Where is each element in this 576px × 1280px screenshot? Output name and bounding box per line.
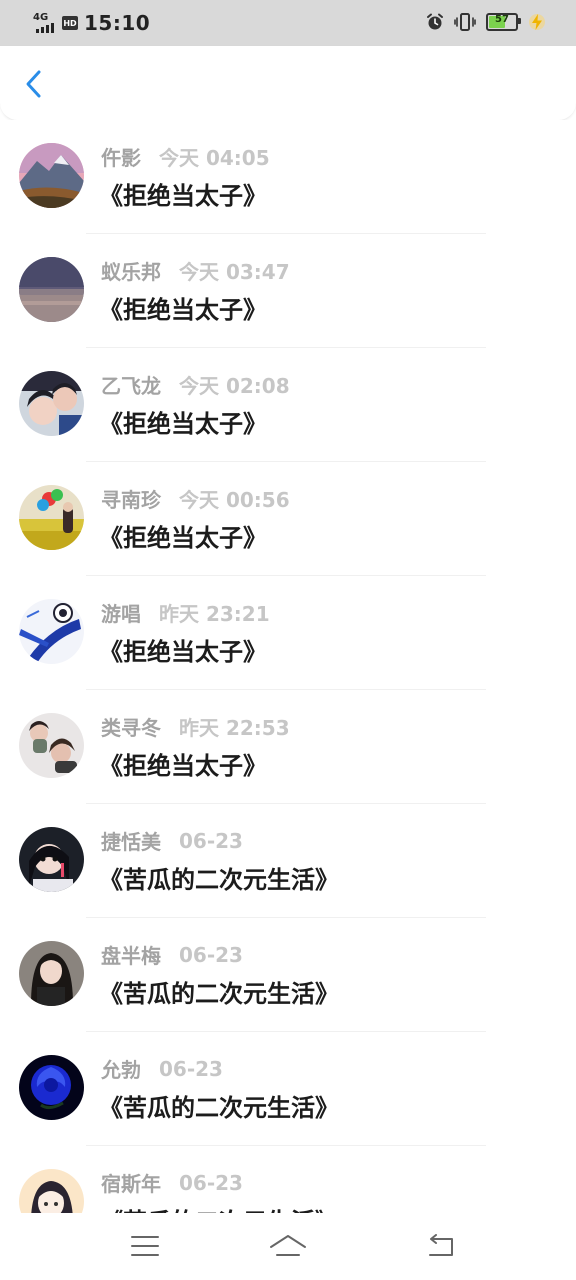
reader-name: 宿斯年 [101,1172,161,1196]
reader-name: 游唱 [101,602,141,626]
back-nav-button[interactable] [420,1231,460,1261]
book-title[interactable]: 《苦瓜的二次元生活》 [99,1088,339,1123]
list-item[interactable]: 捷恬美 06-23 《苦瓜的二次元生活》 [0,804,576,918]
item-meta: 允勃 06-23 [101,1054,223,1083]
reader-name: 允勃 [101,1058,141,1082]
charging-icon [529,14,545,30]
item-meta: 类寻冬 昨天 22:53 [101,712,290,741]
book-title[interactable]: 《拒绝当太子》 [99,632,267,667]
status-right: 57 [426,11,546,33]
home-icon [270,1235,306,1256]
book-title[interactable]: 《拒绝当太子》 [99,176,267,211]
home-button[interactable] [268,1231,308,1261]
book-title[interactable]: 《拒绝当太子》 [99,746,267,781]
reader-name: 寻南珍 [101,488,161,512]
reader-name: 类寻冬 [101,716,161,740]
avatar[interactable] [19,485,84,550]
page: 4G HD 15:10 57 仵影 今天 04:05 《拒绝当太子》 蚁乐邦 今… [0,0,576,1280]
list-item[interactable]: 仵影 今天 04:05 《拒绝当太子》 [0,120,576,234]
reader-list[interactable]: 仵影 今天 04:05 《拒绝当太子》 蚁乐邦 今天 03:47 《拒绝当太子》… [0,120,576,1213]
network-type: 4G [33,12,49,23]
list-item[interactable]: 盘半梅 06-23 《苦瓜的二次元生活》 [0,918,576,1032]
book-title[interactable]: 《苦瓜的二次元生活》 [99,860,339,895]
alarm-icon [427,13,443,30]
list-item[interactable]: 类寻冬 昨天 22:53 《拒绝当太子》 [0,690,576,804]
avatar[interactable] [19,1055,84,1120]
list-item[interactable]: 蚁乐邦 今天 03:47 《拒绝当太子》 [0,234,576,348]
list-item[interactable]: 宿斯年 06-23 《苦瓜的二次元生活》 [0,1146,576,1213]
back-icon [429,1234,453,1256]
item-meta: 仵影 今天 04:05 [101,142,270,171]
avatar[interactable] [19,941,84,1006]
read-time: 今天 00:56 [179,488,290,512]
back-button[interactable] [14,64,54,104]
read-time: 今天 03:47 [179,260,290,284]
item-meta: 捷恬美 06-23 [101,826,243,855]
read-time: 06-23 [159,1056,223,1081]
battery-icon: 57 [486,13,521,31]
list-item[interactable]: 游唱 昨天 23:21 《拒绝当太子》 [0,576,576,690]
read-time: 今天 04:05 [159,146,270,170]
book-title[interactable]: 《拒绝当太子》 [99,404,267,439]
reader-name: 蚁乐邦 [101,260,161,284]
vibrate-icon [454,13,476,31]
reader-name: 乙飞龙 [101,374,161,398]
status-left: 4G HD 15:10 [32,10,150,36]
book-title[interactable]: 《苦瓜的二次元生活》 [99,974,339,1009]
read-time: 昨天 23:21 [159,602,270,626]
item-meta: 盘半梅 06-23 [101,940,243,969]
item-meta: 宿斯年 06-23 [101,1168,243,1197]
header [0,46,576,121]
book-title[interactable]: 《拒绝当太子》 [99,518,267,553]
status-time: 15:10 [84,11,151,35]
read-time: 昨天 22:53 [179,716,290,740]
read-time: 06-23 [179,828,243,853]
book-title[interactable]: 《拒绝当太子》 [99,290,267,325]
battery-level: 57 [495,14,509,25]
reader-name: 捷恬美 [101,830,161,854]
item-meta: 游唱 昨天 23:21 [101,598,270,627]
list-item[interactable]: 寻南珍 今天 00:56 《拒绝当太子》 [0,462,576,576]
chevron-left-icon [26,70,41,98]
menu-button[interactable] [125,1231,165,1261]
read-time: 06-23 [179,1170,243,1195]
item-meta: 蚁乐邦 今天 03:47 [101,256,290,285]
menu-icon [131,1236,159,1256]
reader-name: 盘半梅 [101,944,161,968]
item-meta: 寻南珍 今天 00:56 [101,484,290,513]
avatar[interactable] [19,599,84,664]
signal-icon: 4G [32,12,58,34]
status-bar: 4G HD 15:10 57 [0,0,576,46]
reader-name: 仵影 [101,146,141,170]
list-item[interactable]: 允勃 06-23 《苦瓜的二次元生活》 [0,1032,576,1146]
avatar[interactable] [19,143,84,208]
item-meta: 乙飞龙 今天 02:08 [101,370,290,399]
read-time: 06-23 [179,942,243,967]
avatar[interactable] [19,713,84,778]
avatar[interactable] [19,1169,84,1213]
list-item[interactable]: 乙飞龙 今天 02:08 《拒绝当太子》 [0,348,576,462]
system-nav-bar [0,1213,576,1280]
avatar[interactable] [19,827,84,892]
read-time: 今天 02:08 [179,374,290,398]
hd-icon: HD [62,16,78,30]
avatar[interactable] [19,257,84,322]
book-title[interactable]: 《苦瓜的二次元生活》 [99,1202,339,1213]
avatar[interactable] [19,371,84,436]
